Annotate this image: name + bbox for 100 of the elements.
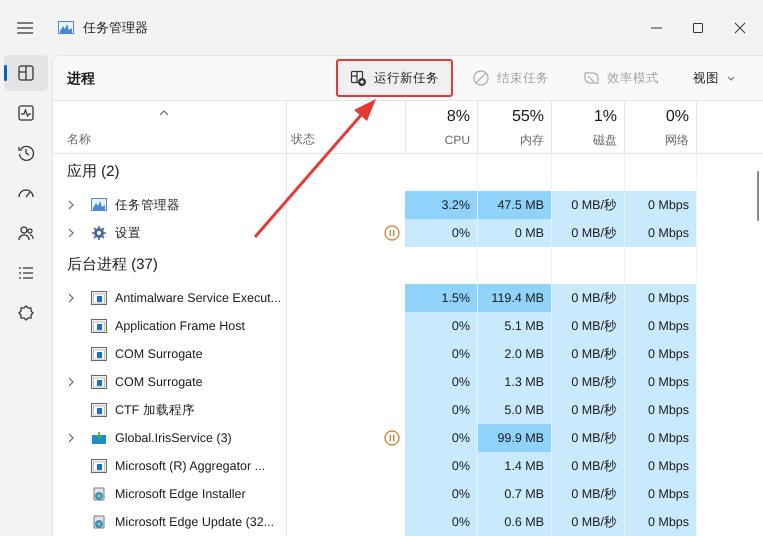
leaf-icon [583,70,599,86]
group-header: 应用 (2) [67,162,120,182]
installer-icon [91,514,107,530]
table-cell: 0% [405,396,478,424]
table-cell: 0 Mbps [625,368,697,396]
chevron-right-icon[interactable] [67,433,75,443]
scrollbar-thumb[interactable] [757,171,759,221]
table-cell: 0% [405,368,478,396]
table-cell: 3.2% [405,191,478,219]
column-header[interactable]: 磁盘 [593,131,617,149]
table-cell: 0 Mbps [625,284,697,312]
table-cell: 1.5% [405,284,478,312]
column-header[interactable]: 名称 [67,130,91,148]
table-cell: 0% [405,508,478,536]
chart-icon [91,197,107,213]
chart-icon [58,21,74,34]
table-cell: 0 Mbps [625,312,697,340]
process-name: COM Surrogate [115,346,203,363]
table-cell: 0 Mbps [625,219,697,247]
table-cell: 0 Mbps [625,508,697,536]
pulse-icon [17,104,35,122]
nav-item[interactable] [4,55,48,91]
table-cell: 0.6 MB [478,508,552,536]
window-icon [91,290,107,306]
process-name: Microsoft Edge Installer [115,486,246,503]
table-cell: 0 Mbps [625,340,697,368]
new-task-icon [350,70,366,86]
window-title: 任务管理器 [83,18,148,37]
group-header: 后台进程 (37) [67,255,158,276]
clock-icon [17,144,35,162]
process-name: COM Surrogate [115,374,203,391]
window-icon [91,402,107,418]
table-cell: 0% [405,219,478,247]
table-cell: 0% [405,452,478,480]
chevron-down-icon [727,76,735,80]
table-cell: 0 MB/秒 [552,191,625,219]
table-cell: 0 Mbps [625,424,697,452]
installer-icon [91,486,107,502]
process-name: 任务管理器 [115,196,180,214]
puzzle-icon [17,304,35,322]
table-cell: 0 MB [478,219,552,247]
usage-total: 1% [594,107,617,127]
process-name: Microsoft Edge Update (32... [115,514,274,531]
package-icon [91,430,107,446]
chevron-right-icon[interactable] [67,200,75,210]
table-cell: 5.1 MB [478,312,552,340]
table-cell: 0 MB/秒 [552,480,625,508]
table-cell: 2.0 MB [478,340,552,368]
gear-icon [91,225,107,241]
table-cell: 5.0 MB [478,396,552,424]
table-cell: 0 Mbps [625,396,697,424]
chevron-right-icon[interactable] [67,377,75,387]
table-cell: 0 MB/秒 [552,368,625,396]
window-icon [91,318,107,334]
table-cell: 0% [405,312,478,340]
table-cell: 47.5 MB [478,191,552,219]
usage-total: 8% [446,107,470,127]
toolbar-button[interactable]: 运行新任务 [336,59,453,97]
process-name: Global.IrisService (3) [115,430,232,447]
table-cell: 0 MB/秒 [552,219,625,247]
usage-total: 0% [666,107,689,127]
page-title: 进程 [67,68,95,88]
usage-total: 55% [512,107,544,127]
table-cell: 99.9 MB [478,424,552,452]
table-cell: 0 MB/秒 [552,396,625,424]
grid-icon [17,64,35,82]
table-cell: 0 MB/秒 [552,312,625,340]
table-cell: 0% [405,424,478,452]
process-name: CTF 加载程序 [115,402,195,419]
prohibited-icon [473,70,489,86]
window-icon [91,458,107,474]
view-menu-button[interactable]: 视图 [679,59,749,97]
process-name: Microsoft (R) Aggregator ... [115,458,266,475]
table-cell: 0 MB/秒 [552,340,625,368]
table-cell: 0 MB/秒 [552,452,625,480]
chevron-right-icon[interactable] [67,228,75,238]
process-name: Antimalware Service Execut... [115,290,282,307]
column-header[interactable]: 网络 [665,131,689,149]
window-icon [91,374,107,390]
chevron-right-icon[interactable] [67,293,75,303]
table-cell: 1.4 MB [478,452,552,480]
table-cell: 0 Mbps [625,191,697,219]
menu-icon[interactable] [17,22,33,34]
column-header[interactable]: 状态 [291,130,315,148]
table-cell: 0 Mbps [625,452,697,480]
table-cell: 0.7 MB [478,480,552,508]
window-icon [91,346,107,362]
column-header[interactable]: CPU [444,131,470,149]
table-cell: 0 MB/秒 [552,284,625,312]
users-icon [17,224,35,242]
process-name: 设置 [115,224,141,242]
process-name: Application Frame Host [115,318,245,335]
table-cell: 0% [405,340,478,368]
table-cell: 0 Mbps [625,480,697,508]
table-cell: 0% [405,480,478,508]
table-cell: 0 MB/秒 [552,424,625,452]
table-cell: 0 MB/秒 [552,508,625,536]
table-cell: 119.4 MB [478,284,552,312]
column-header[interactable]: 内存 [520,131,544,149]
table-cell: 1.3 MB [478,368,552,396]
